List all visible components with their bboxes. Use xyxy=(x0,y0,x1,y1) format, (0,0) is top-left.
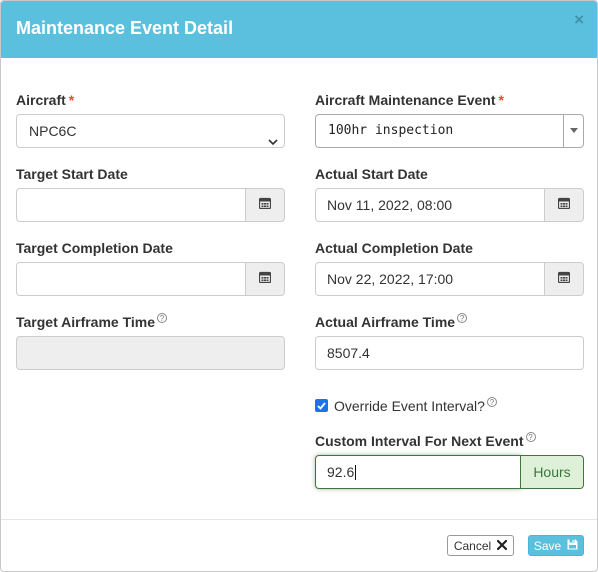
actual-airframe-time-label: Actual Airframe Time? xyxy=(315,313,468,330)
save-button[interactable]: Save xyxy=(528,535,584,556)
target-start-date-input[interactable] xyxy=(16,188,246,222)
required-marker: * xyxy=(498,92,504,108)
actual-completion-date-label: Actual Completion Date xyxy=(315,240,473,256)
calendar-icon xyxy=(258,196,272,214)
cancel-button[interactable]: Cancel xyxy=(447,535,514,556)
actual-start-date-calendar-button[interactable] xyxy=(545,188,584,222)
override-interval-checkbox[interactable] xyxy=(315,399,328,412)
custom-interval-input[interactable]: 92.6 xyxy=(315,455,521,489)
help-icon[interactable]: ? xyxy=(157,313,168,323)
dropdown-arrow-icon[interactable] xyxy=(563,115,583,147)
override-interval-label: Override Event Interval?? xyxy=(334,397,497,414)
maintenance-event-combobox[interactable]: 100hr inspection xyxy=(315,114,584,148)
actual-start-date-input[interactable]: Nov 11, 2022, 08:00 xyxy=(315,188,545,222)
chevron-down-icon xyxy=(268,126,278,158)
calendar-icon xyxy=(258,270,272,288)
target-completion-date-calendar-button[interactable] xyxy=(246,262,285,296)
maintenance-event-modal: Maintenance Event Detail × Aircraft * NPC… xyxy=(0,0,598,572)
footer-divider xyxy=(1,519,597,520)
target-airframe-time-label: Target Airframe Time? xyxy=(16,313,168,330)
calendar-icon xyxy=(557,270,571,288)
required-marker: * xyxy=(68,92,75,108)
text-cursor xyxy=(355,464,357,480)
aircraft-label-text: Aircraft xyxy=(16,92,66,108)
actual-completion-date-calendar-button[interactable] xyxy=(545,262,584,296)
cancel-button-label: Cancel xyxy=(453,538,492,553)
target-start-date-calendar-button[interactable] xyxy=(246,188,285,222)
modal-title: Maintenance Event Detail xyxy=(16,18,234,38)
actual-airframe-time-input[interactable]: 8507.4 xyxy=(315,336,584,370)
checkmark-icon xyxy=(317,397,326,415)
help-icon[interactable]: ? xyxy=(486,397,497,407)
custom-interval-label: Custom Interval For Next Event? xyxy=(315,432,536,449)
actual-airframe-time-label-text: Actual Airframe Time xyxy=(315,314,456,330)
target-completion-date-input[interactable] xyxy=(16,262,246,296)
calendar-icon xyxy=(557,196,571,214)
aircraft-select[interactable]: NPC6C xyxy=(16,114,285,148)
close-icon xyxy=(497,539,508,553)
custom-interval-label-text: Custom Interval For Next Event xyxy=(315,433,524,449)
floppy-disk-icon xyxy=(567,539,578,553)
help-icon[interactable]: ? xyxy=(525,432,536,442)
aircraft-select-value: NPC6C xyxy=(29,123,77,139)
target-airframe-time-label-text: Target Airframe Time xyxy=(16,314,156,330)
target-start-date-label: Target Start Date xyxy=(16,166,128,182)
maintenance-event-value: 100hr inspection xyxy=(328,123,454,138)
aircraft-label: Aircraft * xyxy=(16,92,74,108)
actual-completion-date-input[interactable]: Nov 22, 2022, 17:00 xyxy=(315,262,545,296)
target-completion-date-label: Target Completion Date xyxy=(16,240,173,256)
actual-start-date-label: Actual Start Date xyxy=(315,166,428,182)
help-icon[interactable]: ? xyxy=(457,313,468,323)
custom-interval-value: 92.6 xyxy=(327,464,355,480)
modal-header: Maintenance Event Detail × xyxy=(1,1,597,58)
save-button-label: Save xyxy=(533,538,562,553)
target-airframe-time-input xyxy=(16,336,285,370)
override-interval-label-text: Override Event Interval? xyxy=(334,398,485,414)
close-icon[interactable]: × xyxy=(574,10,584,30)
maintenance-event-label-text: Aircraft Maintenance Event xyxy=(315,92,496,108)
hours-unit-addon: Hours xyxy=(521,455,584,489)
maintenance-event-label: Aircraft Maintenance Event * xyxy=(315,92,504,108)
